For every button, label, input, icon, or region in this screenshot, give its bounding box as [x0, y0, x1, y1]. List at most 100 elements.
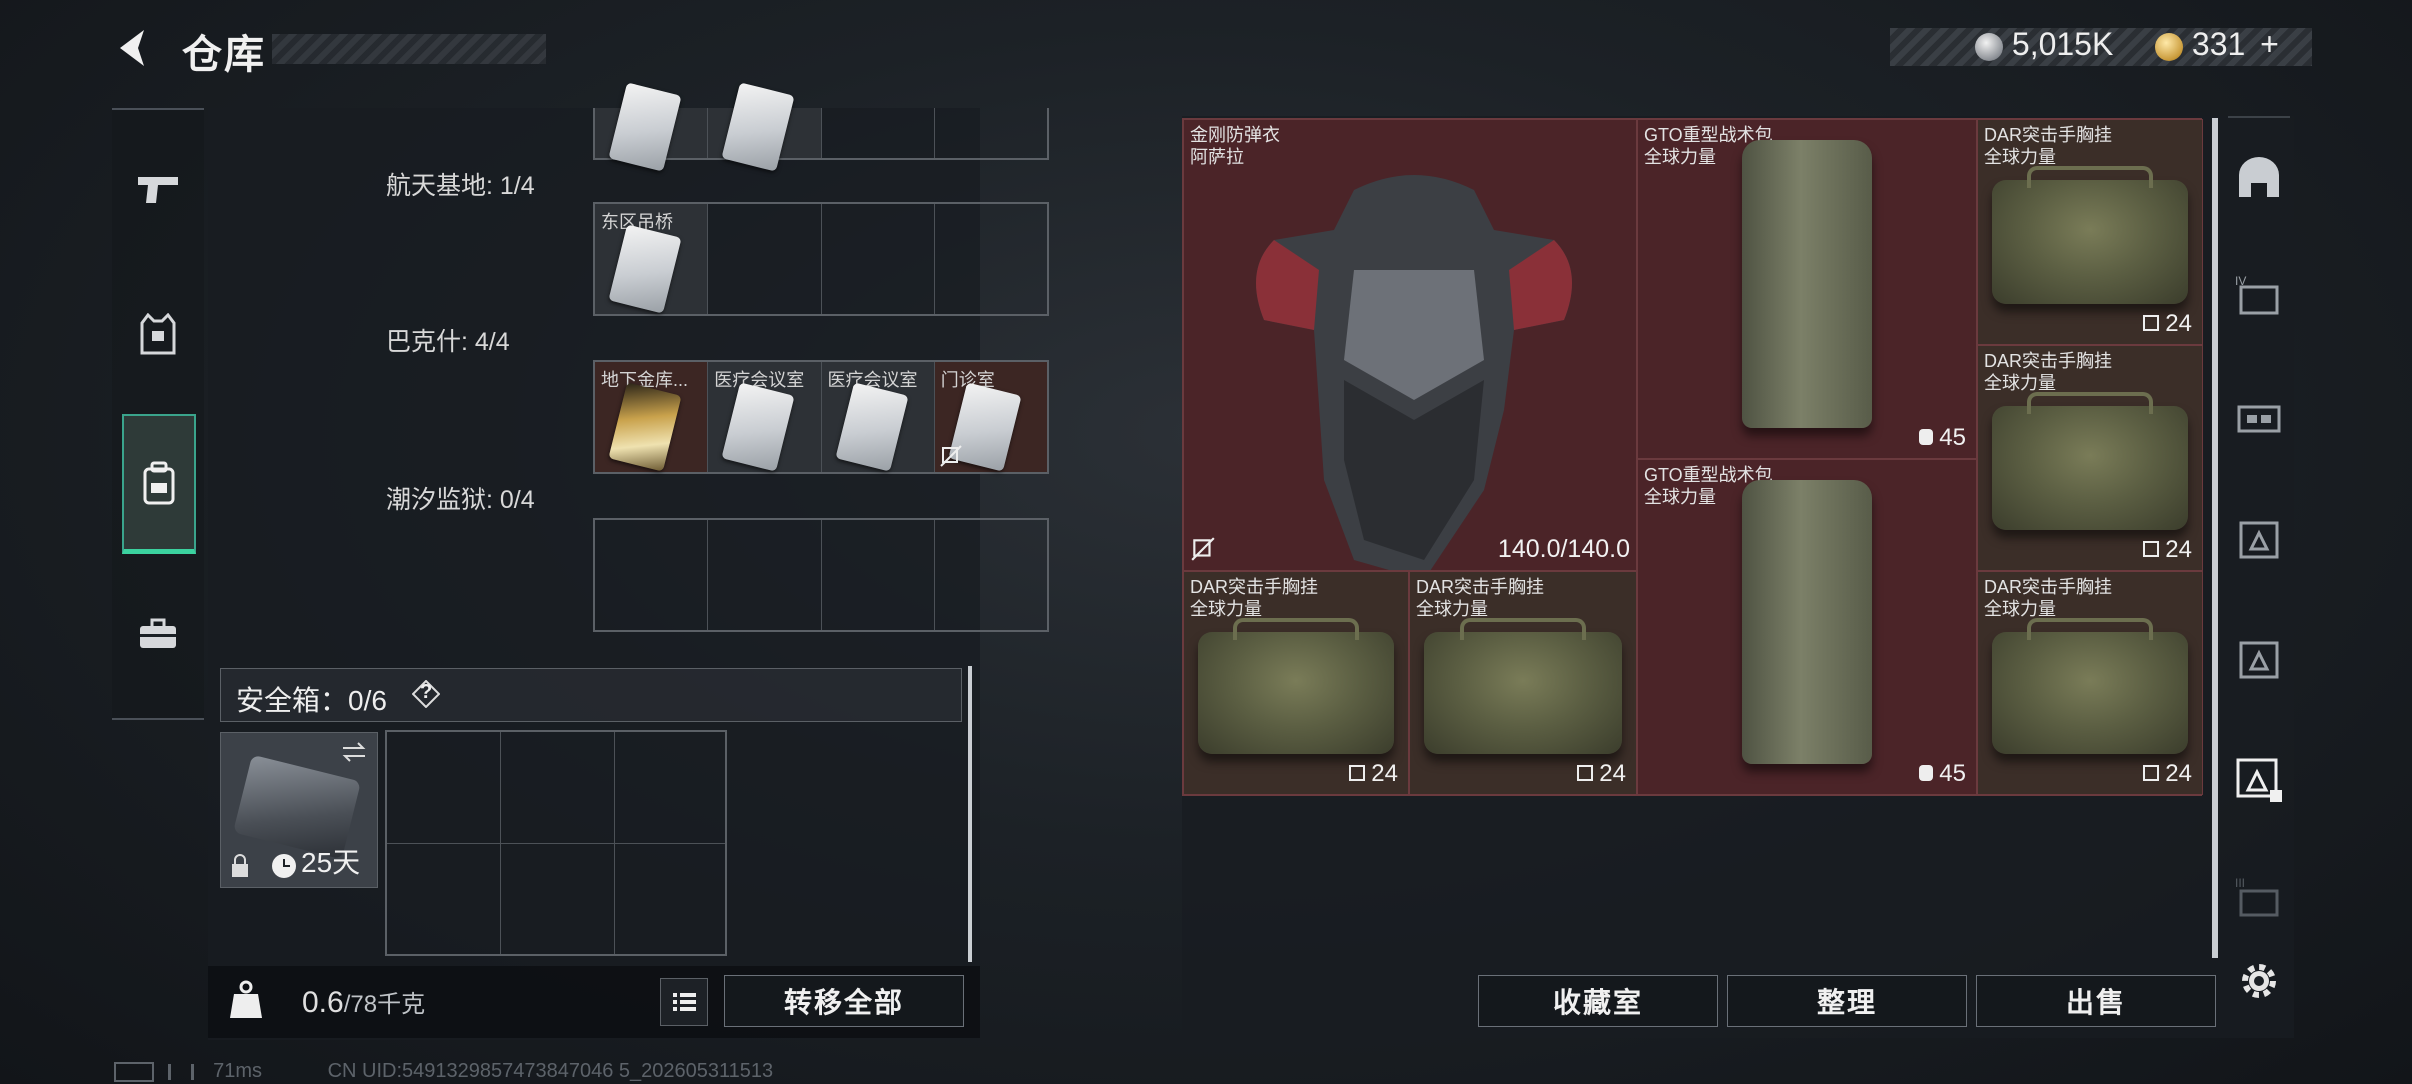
keycard-slot[interactable]	[822, 204, 935, 314]
armor-rig-icon: IV	[2235, 274, 2279, 315]
list-view-button[interactable]	[660, 978, 708, 1026]
keycard-slot[interactable]	[935, 204, 1047, 314]
capacity-value: 24	[2165, 536, 2192, 563]
briefcase-icon	[140, 618, 176, 648]
stash-item-chest-rig[interactable]: DAR突击手胸挂 全球力量 24	[1977, 571, 2203, 795]
currency-gold-amount: 331	[2191, 26, 2246, 62]
keycard-image	[721, 382, 795, 472]
keycard-slot[interactable]: 东区吊桥	[595, 204, 709, 314]
safe-box-grid[interactable]	[385, 730, 727, 956]
svg-text:III: III	[2235, 876, 2245, 890]
currency-silver[interactable]: 5,015K	[1975, 26, 2113, 63]
backpack-icon	[143, 461, 175, 504]
keycard-slot[interactable]	[822, 108, 935, 158]
keycard-slot[interactable]	[595, 82, 709, 172]
divider	[2228, 116, 2290, 118]
storage-tab-7[interactable]: III	[2228, 868, 2290, 930]
keycard-slot[interactable]	[935, 520, 1047, 630]
ping-text: 71ms	[213, 1060, 263, 1082]
storage-tab-2[interactable]: IV	[2228, 266, 2290, 328]
stash-item-backpack[interactable]: GTO重型战术包 全球力量 45	[1637, 119, 1977, 459]
right-scrollbar[interactable]	[2212, 118, 2218, 958]
no-trade-icon	[1191, 537, 1215, 561]
capacity-value: 45	[1939, 760, 1966, 787]
helmet-icon	[2239, 157, 2279, 197]
nav-keycards[interactable]	[122, 414, 196, 554]
stash-item-chest-rig[interactable]: DAR突击手胸挂 全球力量 24	[1409, 571, 1637, 795]
chest-rig-image	[1992, 392, 2188, 530]
safe-box-days: 25天	[301, 847, 361, 878]
status-bar: 71ms CN UID:5491329857473847046 5_202605…	[114, 1060, 773, 1083]
help-button[interactable]: ?	[411, 679, 441, 709]
keycard-slot[interactable]: 医疗会议室	[821, 362, 935, 472]
currency-add-button[interactable]: +	[2260, 26, 2279, 62]
keycard-slot[interactable]	[708, 520, 822, 630]
back-button[interactable]	[112, 26, 152, 70]
vest-icon	[140, 313, 176, 355]
transfer-all-button[interactable]: 转移全部	[724, 975, 964, 1027]
currency-gold[interactable]: 331 +	[2155, 26, 2279, 63]
storage-tab-5[interactable]	[2228, 628, 2290, 690]
keycard-slot[interactable]	[708, 82, 822, 172]
keycard-image	[834, 382, 909, 472]
lock-icon	[232, 854, 248, 877]
swap-icon	[342, 742, 366, 762]
collection-room-button[interactable]: 收藏室	[1478, 975, 1718, 1027]
stash-item-chest-rig[interactable]: DAR突击手胸挂 全球力量 24	[1183, 571, 1409, 795]
item-name: DAR突击手胸挂 全球力量	[1984, 577, 2113, 619]
safe-box-item[interactable]: 25天	[220, 732, 378, 888]
storage-tab-1[interactable]	[2228, 148, 2290, 210]
left-scrollbar[interactable]	[968, 666, 972, 962]
signal-icon	[167, 1063, 194, 1080]
keycard-slot[interactable]	[708, 204, 822, 314]
item-name: DAR突击手胸挂 全球力量	[1984, 351, 2113, 393]
stash-item-backpack[interactable]: GTO重型战术包 全球力量 45	[1637, 459, 1977, 795]
keycard-slot[interactable]	[595, 520, 709, 630]
keycard-image	[608, 224, 682, 314]
settings-button[interactable]	[2228, 950, 2290, 1012]
capacity-icon	[1919, 429, 1934, 445]
capacity-value: 45	[1939, 424, 1966, 451]
keycard-slot[interactable]	[935, 108, 1047, 158]
currency-silver-amount: 5,015K	[2011, 26, 2114, 62]
keycard-slot[interactable]: 医疗会议室	[708, 362, 822, 472]
storage-locked-icon: III	[2235, 876, 2279, 917]
capacity-icon	[2143, 765, 2160, 781]
storage-tab-3[interactable]	[2228, 386, 2290, 448]
storage-tab-6-active[interactable]	[2228, 748, 2290, 810]
keycard-slot[interactable]: 地下金库...	[595, 362, 709, 472]
item-capacity: 24	[2143, 760, 2192, 788]
nav-gear[interactable]	[112, 274, 204, 394]
item-durability: 140.0/140.0	[1497, 535, 1630, 563]
keycard-grid-space-base: 东区吊桥	[593, 202, 1049, 316]
capacity-value: 24	[2165, 310, 2192, 337]
stash-item-chest-rig[interactable]: DAR突击手胸挂 全球力量 24	[1977, 119, 2203, 345]
keycard-image	[608, 382, 682, 472]
sort-button[interactable]: 整理	[1727, 975, 1967, 1027]
capacity-icon	[1349, 765, 1366, 781]
chest-rig-image	[1992, 166, 2188, 304]
keycard-slot[interactable]: 门诊室	[934, 362, 1047, 472]
capacity-value: 24	[1599, 760, 1626, 787]
sell-button[interactable]: 出售	[1976, 975, 2216, 1027]
weight-current: 0.6	[302, 986, 344, 1019]
keycard-slot[interactable]	[822, 520, 935, 630]
capacity-value: 24	[2165, 760, 2192, 787]
map-label-space-base: 航天基地: 1/4	[386, 172, 535, 200]
weight-icon	[228, 980, 264, 1020]
item-capacity: 45	[1919, 760, 1966, 788]
map-label-bakhsh: 巴克什: 4/4	[386, 328, 510, 356]
back-arrow-icon	[120, 30, 144, 66]
storage-tab-4[interactable]	[2228, 508, 2290, 570]
item-capacity: 24	[1349, 760, 1398, 788]
stash-item-armor[interactable]: 金刚防弹衣 阿萨拉 140.0/140.0	[1183, 119, 1637, 571]
capacity-icon	[2143, 541, 2160, 557]
armor-image	[1256, 175, 1572, 570]
storage-icon	[2239, 641, 2279, 679]
nav-weapons[interactable]	[112, 130, 204, 250]
map-label-tidal-prison: 潮汐监狱: 0/4	[386, 486, 535, 514]
help-mark: ?	[420, 681, 433, 703]
stash-item-chest-rig[interactable]: DAR突击手胸挂 全球力量 24	[1977, 345, 2203, 571]
item-capacity: 24	[2143, 310, 2192, 338]
nav-items[interactable]	[112, 574, 204, 694]
